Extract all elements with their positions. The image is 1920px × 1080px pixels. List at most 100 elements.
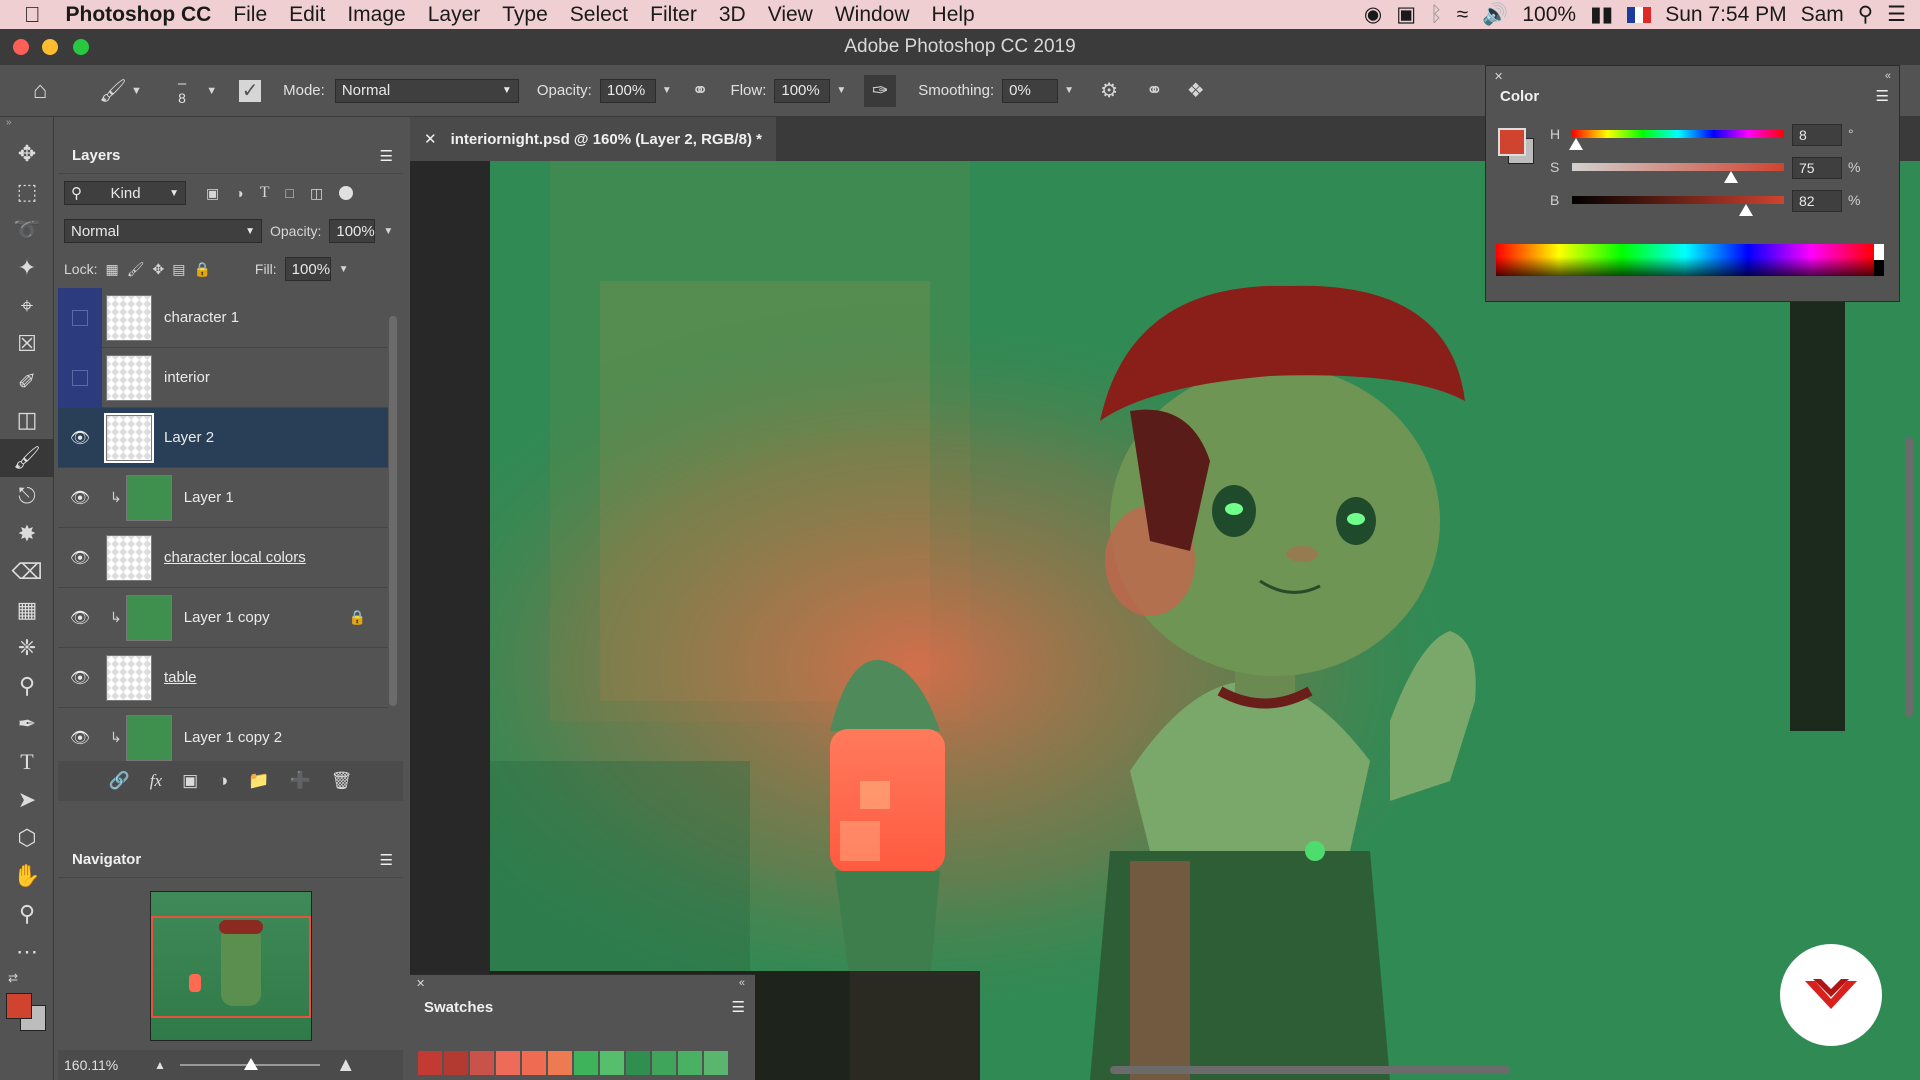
spotlight-icon[interactable]: ⚲ <box>1858 2 1873 27</box>
color-swatch[interactable] <box>704 1051 728 1075</box>
smart-object-filter-icon[interactable]: ◫ <box>310 185 323 202</box>
shape-tool-icon[interactable]: ⬡ <box>0 819 54 857</box>
zoom-tool-icon[interactable]: ⚲ <box>0 895 54 933</box>
lock-pixels-icon[interactable]: 🖌 <box>127 261 145 278</box>
more-tools-icon[interactable]: ⋯ <box>0 933 54 971</box>
layer-row-layer-1-copy[interactable]: 👁 ↳ Layer 1 copy 🔒 <box>58 588 388 648</box>
hue-slider[interactable] <box>1569 130 1784 150</box>
clock[interactable]: Sun 7:54 PM <box>1665 3 1786 27</box>
zoom-slider-knob[interactable] <box>243 1058 258 1070</box>
brush-tool-icon[interactable]: 🖌 <box>95 78 131 104</box>
menu-image[interactable]: Image <box>336 3 416 27</box>
menu-3d[interactable]: 3D <box>708 3 757 27</box>
visibility-toggle[interactable] <box>58 287 102 348</box>
gradient-tool-icon[interactable]: ▦ <box>0 591 54 629</box>
chevron-down-icon[interactable]: ▼ <box>662 85 672 96</box>
eye-icon[interactable]: 👁 <box>58 468 102 528</box>
magic-wand-tool-icon[interactable]: ✦ <box>0 249 54 287</box>
layer-row-layer-1[interactable]: 👁 ↳ Layer 1 <box>58 468 388 528</box>
brightness-slider[interactable] <box>1572 196 1784 216</box>
layer-row-layer-2[interactable]: 👁 Layer 2 <box>58 408 388 468</box>
color-swatch[interactable] <box>418 1051 442 1075</box>
eye-icon[interactable]: 👁 <box>58 528 102 588</box>
black-swatch[interactable] <box>1874 260 1884 276</box>
chevron-down-icon[interactable]: ▼ <box>383 226 393 237</box>
app-menu[interactable]: Photoshop CC <box>52 3 223 27</box>
layer-row-character-local-colors[interactable]: 👁 character local colors <box>58 528 388 588</box>
adjustment-filter-icon[interactable]: ◑ <box>235 185 243 201</box>
flow-field[interactable]: 100% <box>774 78 831 103</box>
battery-icon[interactable]: ▮▮ <box>1590 2 1613 27</box>
smoothing-field[interactable]: 0% <box>1002 78 1059 103</box>
panel-menu-icon[interactable]: ☰ <box>732 998 745 1016</box>
saturation-value[interactable]: 75 <box>1792 157 1842 179</box>
bluetooth-icon[interactable]: ᛒ <box>1430 3 1443 27</box>
dodge-tool-icon[interactable]: ⚲ <box>0 667 54 705</box>
home-icon[interactable]: ⌂ <box>15 77 65 105</box>
layers-scrollbar[interactable] <box>389 316 397 706</box>
saturation-slider[interactable] <box>1572 163 1784 183</box>
foreground-color-swatch[interactable] <box>6 993 32 1019</box>
user-name[interactable]: Sam <box>1801 3 1844 27</box>
trash-icon[interactable]: 🗑 <box>331 771 353 791</box>
foreground-color-swatch[interactable] <box>1498 128 1526 156</box>
menu-edit[interactable]: Edit <box>278 3 336 27</box>
saturation-slider-knob[interactable] <box>1724 171 1738 183</box>
pixel-filter-icon[interactable]: ▣ <box>206 185 219 202</box>
panel-menu-icon[interactable]: ☰ <box>380 147 393 165</box>
hue-value[interactable]: 8 <box>1792 124 1842 146</box>
lock-all-icon[interactable]: 🔒 <box>193 261 210 278</box>
type-filter-icon[interactable]: T <box>260 184 270 202</box>
menu-help[interactable]: Help <box>921 3 986 27</box>
color-swatch[interactable] <box>678 1051 702 1075</box>
layer-row-table[interactable]: 👁 table <box>58 648 388 708</box>
menu-select[interactable]: Select <box>559 3 639 27</box>
layer-row-layer-1-copy-2[interactable]: 👁 ↳ Layer 1 copy 2 <box>58 708 388 768</box>
brightness-slider-knob[interactable] <box>1738 204 1753 216</box>
display-icon[interactable]: ▣ <box>1396 2 1416 27</box>
document-tab[interactable]: ✕ interiornight.psd @ 160% (Layer 2, RGB… <box>410 117 776 161</box>
eyedropper-tool-icon[interactable]: ✐ <box>0 363 54 401</box>
wifi-icon[interactable]: ≈ <box>1457 3 1469 27</box>
color-swatch[interactable] <box>626 1051 650 1075</box>
chevron-down-icon[interactable]: ▼ <box>1064 85 1074 96</box>
apple-icon[interactable]:  <box>0 2 52 28</box>
eye-icon[interactable]: 👁 <box>58 648 102 708</box>
brush-size[interactable]: 8 <box>178 91 186 105</box>
mode-select[interactable]: Normal ▼ <box>334 78 519 103</box>
color-swatch[interactable] <box>496 1051 520 1075</box>
swatches-tab[interactable]: Swatches ☰ <box>410 991 755 1023</box>
minimize-window-button[interactable] <box>42 39 58 55</box>
pressure-opacity-icon[interactable]: ⚭ <box>692 78 709 103</box>
color-swatch[interactable] <box>574 1051 598 1075</box>
blend-mode-select[interactable]: Normal ▼ <box>64 219 262 243</box>
menu-filter[interactable]: Filter <box>639 3 708 27</box>
color-swatch[interactable] <box>600 1051 624 1075</box>
type-tool-icon[interactable]: T <box>0 743 54 781</box>
lock-artboard-icon[interactable]: ▤ <box>172 261 185 278</box>
eye-icon[interactable]: 👁 <box>58 408 102 468</box>
stamp-tool-icon[interactable]: ⎋ <box>0 477 54 515</box>
layer-row-character-1[interactable]: character 1 <box>58 287 388 348</box>
brush-settings-icon[interactable]: ✓ <box>239 79 262 102</box>
color-swatch[interactable] <box>470 1051 494 1075</box>
navigator-preview[interactable] <box>150 891 312 1041</box>
brush-preview-icon[interactable]: – <box>178 76 186 91</box>
lock-position-icon[interactable]: ✥ <box>152 261 164 278</box>
chevron-down-icon[interactable]: ▼ <box>206 85 217 97</box>
close-tab-icon[interactable]: ✕ <box>424 130 437 148</box>
horizontal-scrollbar[interactable] <box>1110 1066 1510 1074</box>
volume-icon[interactable]: 🔊 <box>1482 3 1508 27</box>
new-group-icon[interactable]: 📁 <box>248 771 269 791</box>
adjustment-layer-icon[interactable]: ◑ <box>218 771 228 791</box>
brightness-value[interactable]: 82 <box>1792 190 1842 212</box>
pen-tool-icon[interactable]: ✒ <box>0 705 54 743</box>
menu-layer[interactable]: Layer <box>417 3 492 27</box>
white-swatch[interactable] <box>1874 244 1884 260</box>
panel-menu-icon[interactable]: ☰ <box>1876 87 1889 105</box>
lasso-tool-icon[interactable]: ➰ <box>0 211 54 249</box>
zoom-out-icon[interactable]: ▲ <box>154 1058 166 1072</box>
chevron-down-icon[interactable]: ▼ <box>339 264 349 275</box>
close-window-button[interactable] <box>13 39 29 55</box>
brush-tool-icon[interactable]: 🖌 <box>0 439 54 477</box>
